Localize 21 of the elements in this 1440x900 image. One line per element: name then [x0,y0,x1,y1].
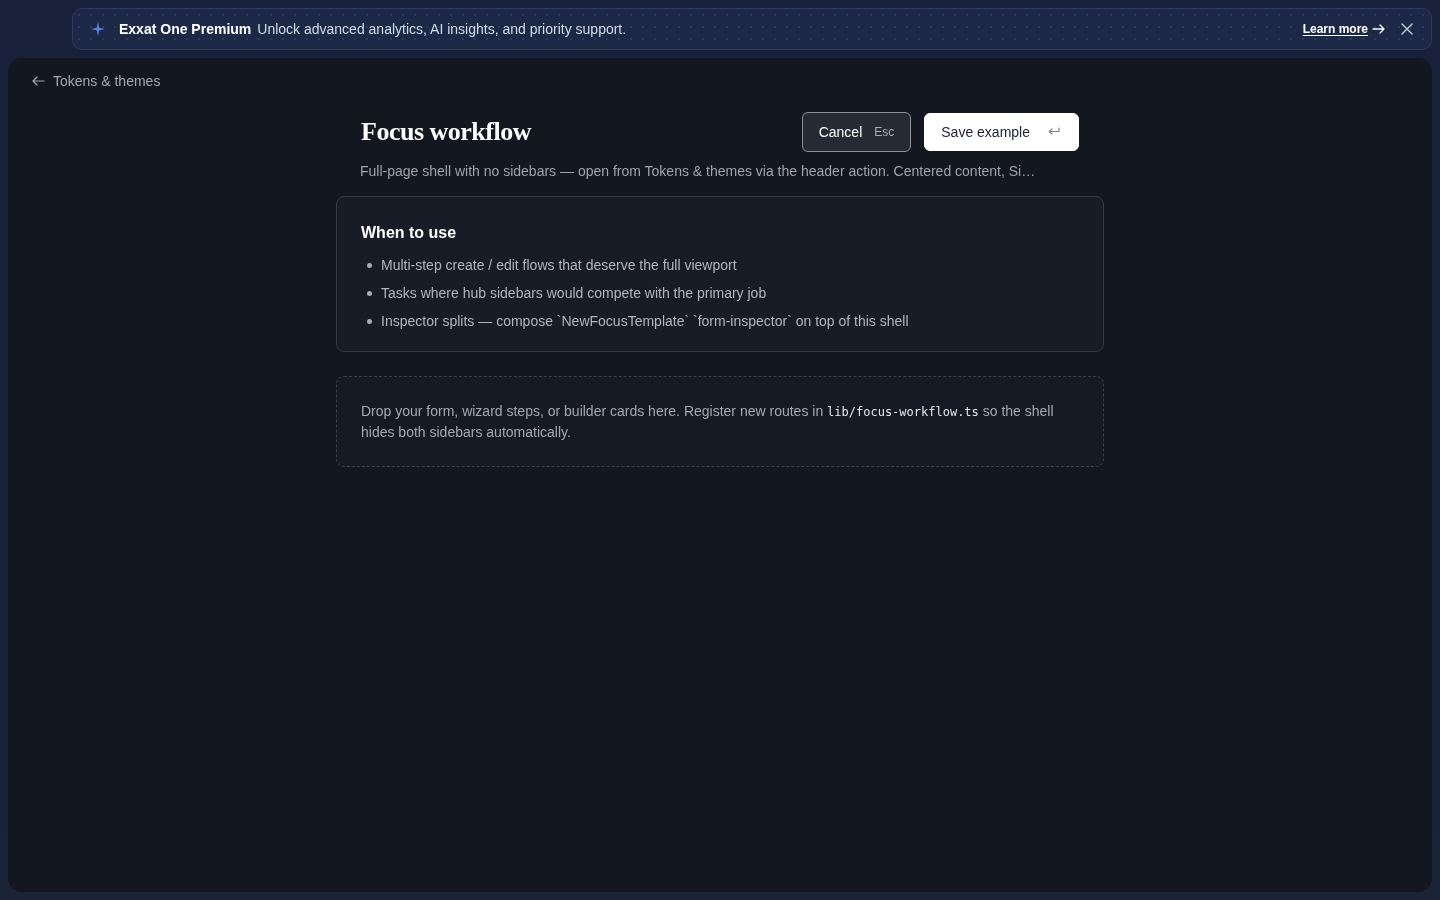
return-key-icon [1048,127,1060,137]
learn-more-link[interactable]: Learn more [1302,22,1385,36]
banner-message: Unlock advanced analytics, AI insights, and priority support. [257,21,627,37]
bullet-icon [367,290,372,296]
save-button[interactable]: Save example [924,113,1079,151]
list-item-text: Tasks where hub sidebars would compete with the primary job [381,284,767,303]
bullet-icon [367,318,372,324]
cancel-button[interactable]: Cancel Esc [801,112,912,152]
drop-zone-text: Drop your form, wizard steps, or builder cards here. Register new routes in lib/focus-workflow.ts so the shell hides both sidebars automatically. [361,402,1055,442]
bullet-icon [367,262,372,268]
list-item-text: Inspector splits — compose `NewFocusTemplate` `form-inspector` on top of this shell [381,312,909,331]
arrow-right-icon [1372,24,1385,34]
sparkle-icon [91,22,105,36]
list-item-text: Multi-step create / edit flows that deserve the full viewport [381,256,737,275]
close-icon[interactable] [1401,23,1413,35]
arrow-left-icon [32,76,45,86]
banner-title: Exxat One Premium [119,21,252,37]
back-link[interactable]: Tokens & themes [32,73,161,89]
page-title: Focus workflow [361,117,531,147]
card-heading: When to use [361,223,458,243]
page-subtitle: Full-page shell with no sidebars — open from Tokens & themes via the header action. Centered content, Si… [360,162,1037,180]
